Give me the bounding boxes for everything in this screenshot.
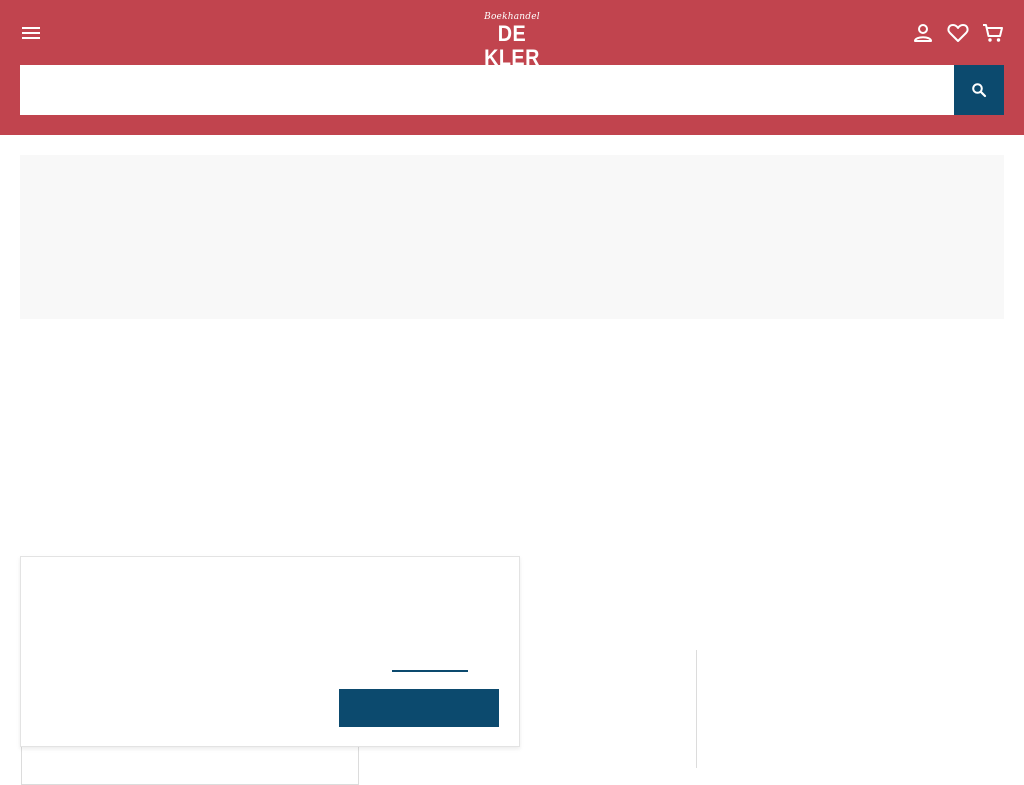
search-button[interactable] — [954, 65, 1004, 115]
heart-icon — [947, 24, 969, 42]
cart-icon — [983, 24, 1003, 42]
menu-icon — [22, 27, 40, 39]
menu-button[interactable] — [18, 20, 44, 46]
cookie-settings-link[interactable] — [392, 666, 468, 672]
search-input[interactable] — [20, 65, 954, 115]
account-icon — [914, 24, 932, 42]
site-header: Boekhandel DE KLER — [0, 0, 1024, 135]
column-divider — [696, 650, 697, 768]
banner-placeholder — [20, 155, 1004, 319]
cookie-accept-button[interactable] — [339, 689, 499, 727]
product-card — [21, 745, 359, 785]
logo-main-text: DE KLER — [484, 21, 540, 70]
cart-button[interactable] — [980, 20, 1006, 46]
site-logo[interactable]: Boekhandel DE KLER — [474, 12, 550, 70]
search-icon — [972, 83, 987, 98]
cookie-dialog — [20, 556, 520, 747]
wishlist-button[interactable] — [945, 20, 971, 46]
account-button[interactable] — [910, 20, 936, 46]
